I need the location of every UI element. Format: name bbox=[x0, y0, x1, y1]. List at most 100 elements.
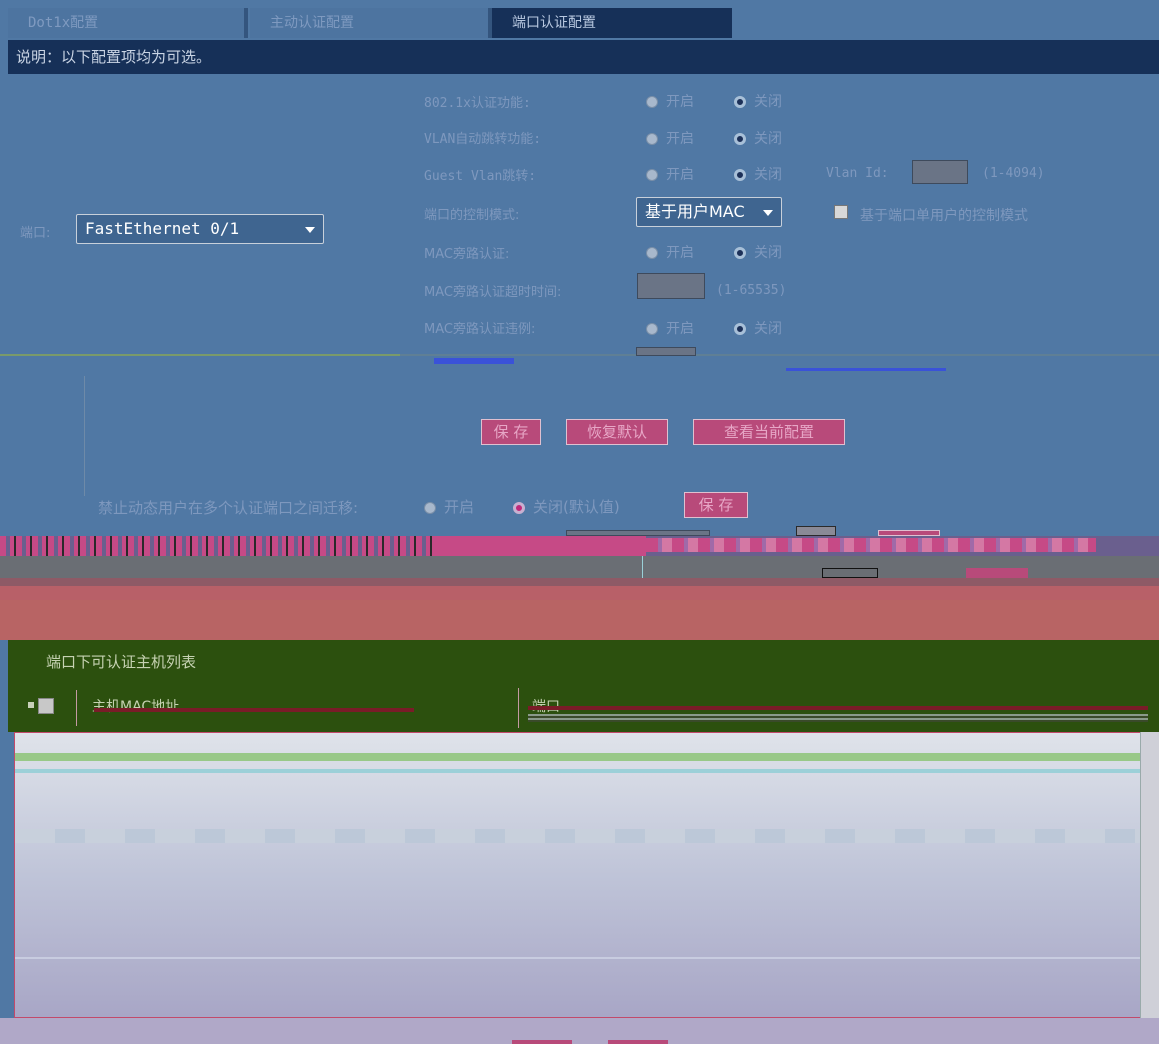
column-divider bbox=[518, 688, 519, 728]
option-label: 开启 bbox=[666, 321, 694, 337]
option-label: 关闭 bbox=[754, 94, 782, 110]
option-label: 开启 bbox=[666, 94, 694, 110]
banner-text: 说明：以下配置项均为可选。 bbox=[16, 48, 212, 66]
guest-vlan-label: Guest Vlan跳转: bbox=[424, 169, 537, 184]
mac-bypass-exception-off-option[interactable]: 关闭 bbox=[734, 318, 782, 338]
vlan-jump-on-option[interactable]: 开启 bbox=[646, 128, 694, 148]
vlan-jump-off-radio[interactable] bbox=[734, 133, 746, 145]
glitch-line bbox=[528, 706, 1148, 710]
partial-input bbox=[566, 530, 710, 536]
mac-bypass-on-option[interactable]: 开启 bbox=[646, 242, 694, 262]
col-mac-header[interactable]: 主机MAC地址 bbox=[92, 696, 179, 716]
guest-vlan-on-option[interactable]: 开启 bbox=[646, 164, 694, 184]
render-artifact bbox=[434, 358, 514, 364]
glitch-band bbox=[0, 536, 440, 556]
host-list-column-header: 主机MAC地址 端口 bbox=[8, 684, 1159, 732]
partial-input bbox=[822, 568, 878, 578]
dot1x-label: 802.1x认证功能: bbox=[424, 96, 531, 111]
vlan-id-input[interactable] bbox=[912, 160, 968, 184]
vlan-jump-label: VLAN自动跳转功能: bbox=[424, 132, 542, 147]
mac-bypass-exception-on-option[interactable]: 开启 bbox=[646, 318, 694, 338]
control-mode-value: 基于用户MAC bbox=[645, 202, 745, 221]
migrate-on-radio[interactable] bbox=[424, 502, 436, 514]
migrate-save-button[interactable]: 保 存 bbox=[684, 492, 748, 518]
single-user-label: 基于端口单用户的控制模式 bbox=[860, 208, 1028, 224]
tab-label: 主动认证配置 bbox=[270, 15, 354, 31]
save-button-label: 保 存 bbox=[493, 423, 529, 441]
tab-port-auth-config[interactable]: 端口认证配置 bbox=[492, 8, 732, 38]
select-all-checkbox[interactable] bbox=[38, 698, 54, 714]
glitch-band bbox=[0, 586, 1159, 600]
migrate-off-option[interactable]: 关闭(默认值) bbox=[513, 496, 620, 517]
restore-default-button[interactable]: 恢复默认 bbox=[566, 419, 668, 445]
dot1x-on-option[interactable]: 开启 bbox=[646, 91, 694, 111]
guest-vlan-on-radio[interactable] bbox=[646, 169, 658, 181]
info-banner: 说明：以下配置项均为可选。 bbox=[8, 40, 1159, 74]
list-row-artifact bbox=[15, 957, 1140, 959]
option-label: 开启 bbox=[666, 167, 694, 183]
migrate-label: 禁止动态用户在多个认证端口之间迁移: bbox=[98, 499, 359, 517]
glitch-band bbox=[0, 578, 1159, 586]
mac-bypass-timeout-range: (1-65535) bbox=[716, 283, 787, 298]
option-label: 关闭 bbox=[754, 245, 782, 261]
vlan-jump-on-radio[interactable] bbox=[646, 133, 658, 145]
guest-vlan-off-radio[interactable] bbox=[734, 169, 746, 181]
mac-bypass-off-radio[interactable] bbox=[734, 247, 746, 259]
footer-area bbox=[0, 1018, 1159, 1044]
partial-button bbox=[966, 568, 1028, 578]
tab-active-auth-config[interactable]: 主动认证配置 bbox=[250, 8, 488, 38]
view-config-button-label: 查看当前配置 bbox=[723, 423, 814, 441]
list-row-artifact bbox=[15, 753, 1140, 761]
option-label: 开启 bbox=[666, 131, 694, 147]
option-label: 关闭 bbox=[754, 167, 782, 183]
guest-vlan-off-option[interactable]: 关闭 bbox=[734, 164, 782, 184]
host-list-scrollbar[interactable] bbox=[1140, 732, 1159, 1018]
partial-button bbox=[796, 526, 836, 536]
partial-button[interactable] bbox=[512, 1040, 572, 1044]
vertical-line bbox=[84, 376, 85, 496]
dot1x-off-option[interactable]: 关闭 bbox=[734, 91, 782, 111]
control-mode-label: 端口的控制模式: bbox=[424, 208, 520, 223]
mac-bypass-on-radio[interactable] bbox=[646, 247, 658, 259]
glitch-line bbox=[642, 556, 643, 580]
glitch-line bbox=[528, 714, 1148, 722]
mac-bypass-timeout-input[interactable] bbox=[637, 273, 705, 299]
mac-bypass-exception-off-radio[interactable] bbox=[734, 323, 746, 335]
option-label: 关闭(默认值) bbox=[533, 498, 620, 516]
option-label: 关闭 bbox=[754, 321, 782, 337]
port-label: 端口: bbox=[20, 226, 51, 241]
glitch-band bbox=[646, 538, 1096, 552]
glitch-band bbox=[436, 536, 646, 556]
tab-bar: Dot1x配置 主动认证配置 端口认证配置 bbox=[0, 0, 1159, 40]
mac-bypass-exception-label: MAC旁路认证违例: bbox=[424, 322, 536, 337]
view-current-config-button[interactable]: 查看当前配置 bbox=[693, 419, 845, 445]
port-select-value: FastEthernet 0/1 bbox=[85, 219, 240, 238]
partial-input bbox=[636, 347, 696, 356]
tab-label: Dot1x配置 bbox=[28, 15, 99, 31]
tab-dot1x-config[interactable]: Dot1x配置 bbox=[8, 8, 244, 38]
header-marker bbox=[28, 702, 34, 708]
port-select[interactable]: FastEthernet 0/1 bbox=[76, 214, 324, 244]
option-label: 开启 bbox=[444, 498, 475, 516]
dot1x-off-radio[interactable] bbox=[734, 96, 746, 108]
mac-bypass-exception-on-radio[interactable] bbox=[646, 323, 658, 335]
divider-artifact bbox=[0, 354, 400, 356]
control-mode-select[interactable]: 基于用户MAC bbox=[636, 197, 782, 227]
restore-button-label: 恢复默认 bbox=[586, 423, 647, 441]
glitch-band bbox=[0, 600, 1159, 640]
migrate-on-option[interactable]: 开启 bbox=[424, 496, 474, 517]
mac-bypass-off-option[interactable]: 关闭 bbox=[734, 242, 782, 262]
partial-button[interactable] bbox=[608, 1040, 668, 1044]
column-divider bbox=[76, 690, 77, 726]
glitch-line bbox=[94, 708, 414, 712]
migrate-off-radio[interactable] bbox=[513, 502, 525, 514]
dot1x-on-radio[interactable] bbox=[646, 96, 658, 108]
vlan-id-range: (1-4094) bbox=[982, 166, 1045, 181]
host-list-body[interactable] bbox=[14, 732, 1145, 1018]
list-row-artifact bbox=[15, 829, 1140, 843]
migrate-save-label: 保 存 bbox=[698, 496, 734, 514]
vlan-jump-off-option[interactable]: 关闭 bbox=[734, 128, 782, 148]
save-button[interactable]: 保 存 bbox=[481, 419, 541, 445]
single-user-checkbox[interactable] bbox=[834, 205, 848, 219]
option-label: 关闭 bbox=[754, 131, 782, 147]
